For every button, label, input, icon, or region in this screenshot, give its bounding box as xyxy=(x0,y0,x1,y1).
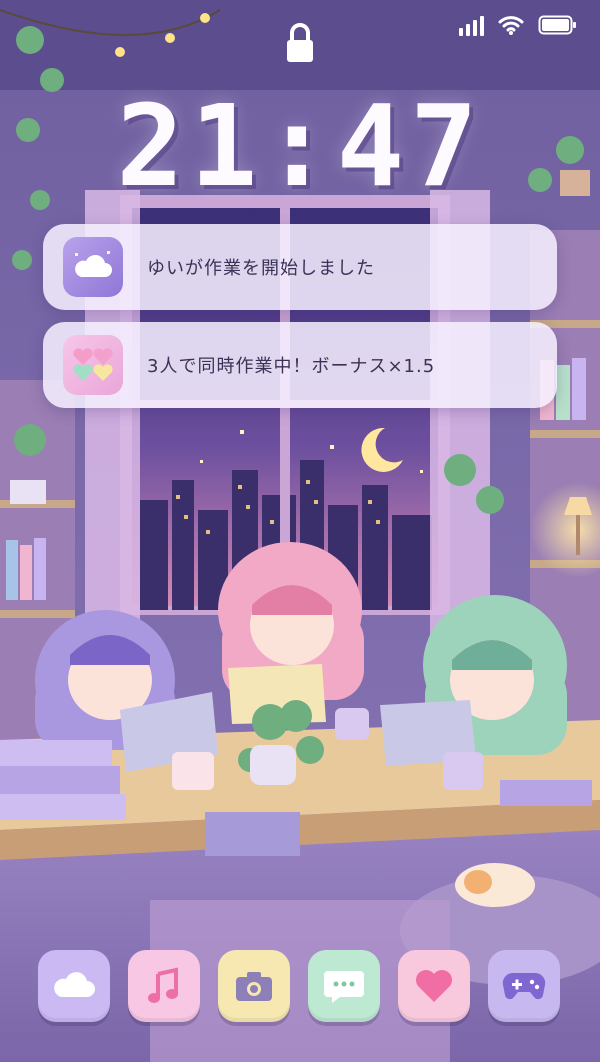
chat-app-button[interactable] xyxy=(308,950,380,1022)
camera-icon xyxy=(236,972,272,1001)
padlock-icon xyxy=(287,23,313,62)
cloud-icon xyxy=(54,972,95,997)
app-dock xyxy=(0,950,600,1022)
chat-bubble-icon xyxy=(324,971,364,1003)
cloud-app-button[interactable] xyxy=(38,950,110,1022)
heart-icon xyxy=(416,970,452,1002)
game-app-button[interactable] xyxy=(488,950,560,1022)
battery-icon xyxy=(538,15,576,35)
notification-bonus[interactable]: 3人で同時作業中！ボーナス×1.5 xyxy=(43,322,557,408)
music-note-icon xyxy=(148,967,178,1003)
notification-work-started[interactable]: ゆいが作業を開始しました xyxy=(43,224,557,310)
favorites-app-button[interactable] xyxy=(398,950,470,1022)
wifi-icon xyxy=(498,16,524,35)
cloud-app-icon xyxy=(63,237,123,297)
hearts-app-icon xyxy=(63,335,123,395)
gamepad-icon xyxy=(502,972,546,1000)
notification-text: ゆいが作業を開始しました xyxy=(147,258,375,279)
music-app-button[interactable] xyxy=(128,950,200,1022)
camera-app-button[interactable] xyxy=(218,950,290,1022)
cellular-signal-icon xyxy=(459,14,484,36)
notification-text: 3人で同時作業中！ボーナス×1.5 xyxy=(147,356,436,377)
lock-screen-clock: 21:47 xyxy=(116,82,484,212)
